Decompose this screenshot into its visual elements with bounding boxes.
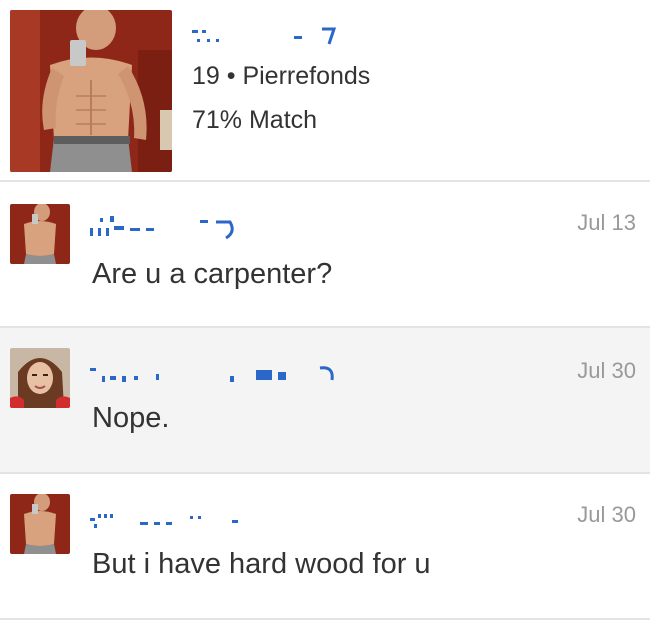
profile-age-location: 19 • Pierrefonds bbox=[192, 62, 371, 90]
sender-avatar[interactable] bbox=[10, 348, 70, 408]
sender-name-redacted bbox=[90, 366, 334, 382]
sender-avatar[interactable] bbox=[10, 204, 70, 264]
avatar-image bbox=[10, 204, 70, 264]
profile-photo-image bbox=[10, 10, 172, 172]
profile-match-percent: 71% Match bbox=[192, 106, 318, 134]
profile-photo[interactable] bbox=[10, 10, 172, 172]
message-text: Nope. bbox=[92, 402, 170, 434]
divider bbox=[0, 618, 650, 620]
message-date: Jul 30 bbox=[577, 502, 636, 527]
message-item[interactable]: Jul 13 Are u a carpenter? bbox=[0, 182, 650, 326]
sender-avatar[interactable] bbox=[10, 494, 70, 554]
message-text: Are u a carpenter? bbox=[92, 258, 333, 290]
profile-name-redacted bbox=[192, 27, 337, 45]
sender-name-redacted bbox=[90, 216, 234, 240]
message-text: But i have hard wood for u bbox=[92, 548, 431, 580]
message-item[interactable]: Jul 30 But i have hard wood for u bbox=[0, 474, 650, 618]
message-date: Jul 30 bbox=[577, 358, 636, 383]
profile-header[interactable]: 19 • Pierrefonds 71% Match bbox=[0, 0, 650, 180]
avatar-image bbox=[10, 494, 70, 554]
avatar-image bbox=[10, 348, 70, 408]
message-date: Jul 13 bbox=[577, 210, 636, 235]
message-item[interactable]: Jul 30 Nope. bbox=[0, 328, 650, 472]
sender-name-redacted bbox=[90, 514, 238, 528]
